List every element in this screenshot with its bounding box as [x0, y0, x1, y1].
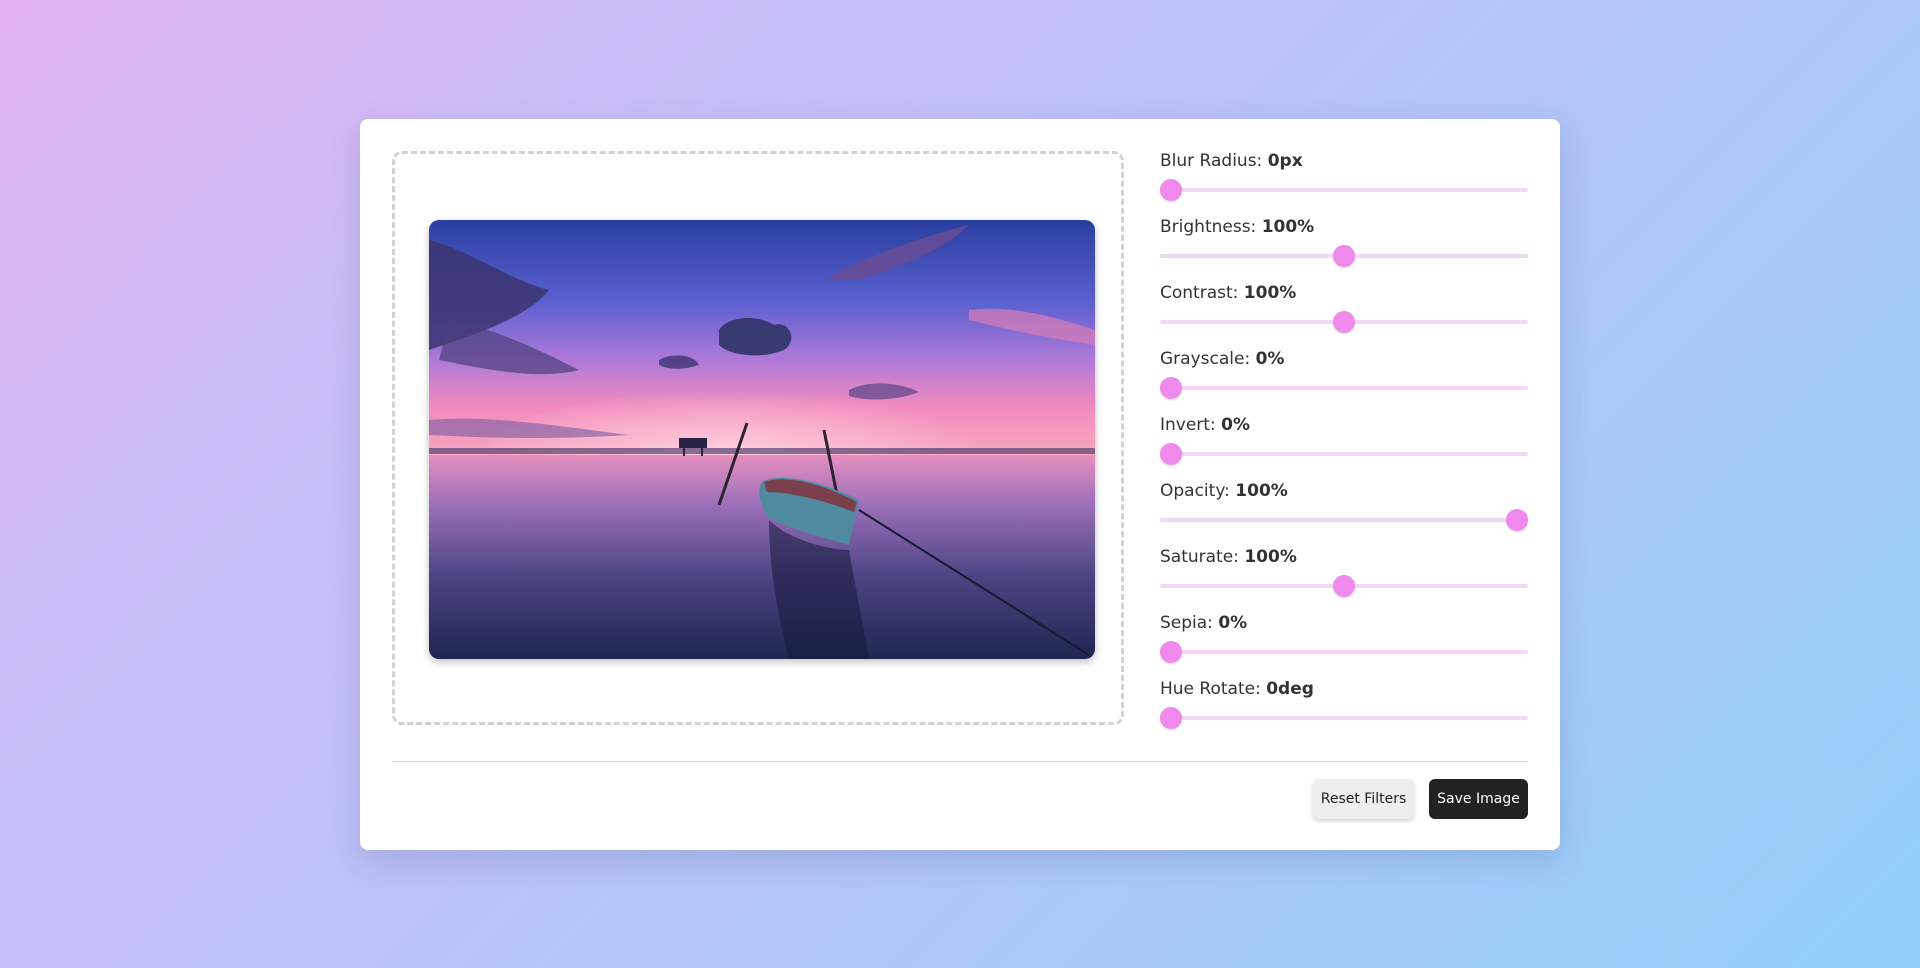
filter-value: 100%: [1235, 481, 1288, 501]
divider: [392, 761, 1528, 762]
filter-label: Grayscale: 0%: [1160, 349, 1285, 369]
filter-value: 0%: [1218, 613, 1248, 633]
slider-thumb[interactable]: [1333, 245, 1355, 267]
brightness-slider[interactable]: [1160, 245, 1528, 267]
opacity-slider[interactable]: [1160, 509, 1528, 531]
filter-value: 100%: [1243, 283, 1297, 303]
blur-radius-control: Blur Radius: 0px: [1160, 151, 1528, 217]
contrast-control: Contrast: 100%: [1160, 283, 1528, 349]
slider-thumb[interactable]: [1160, 707, 1182, 729]
hue-rotate-control: Hue Rotate: 0deg: [1160, 679, 1528, 745]
filter-label: Sepia: 0%: [1160, 613, 1248, 633]
filter-label: Brightness: 100%: [1160, 217, 1315, 237]
sepia-slider[interactable]: [1160, 641, 1528, 663]
reset-filters-button[interactable]: Reset Filters: [1313, 779, 1414, 819]
filter-label: Invert: 0%: [1160, 415, 1250, 435]
filter-value: 100%: [1261, 217, 1315, 237]
hue-rotate-slider[interactable]: [1160, 707, 1528, 729]
contrast-slider[interactable]: [1160, 311, 1528, 333]
filter-label: Contrast: 100%: [1160, 283, 1297, 303]
invert-slider[interactable]: [1160, 443, 1528, 465]
filter-label: Opacity: 100%: [1160, 481, 1288, 501]
slider-thumb[interactable]: [1160, 377, 1182, 399]
grayscale-slider[interactable]: [1160, 377, 1528, 399]
filter-value: 0px: [1267, 151, 1303, 171]
slider-thumb[interactable]: [1506, 509, 1528, 531]
slider-thumb[interactable]: [1333, 575, 1355, 597]
filter-label: Blur Radius: 0px: [1160, 151, 1303, 171]
blur-radius-slider[interactable]: [1160, 179, 1528, 201]
filter-controls: Blur Radius: 0px Brightness: 100% Contra…: [1160, 151, 1528, 745]
filter-label: Hue Rotate: 0deg: [1160, 679, 1314, 699]
sepia-control: Sepia: 0%: [1160, 613, 1528, 679]
sunset-boat-image: [429, 220, 1095, 659]
saturate-slider[interactable]: [1160, 575, 1528, 597]
filter-value: 0deg: [1266, 679, 1314, 699]
slider-thumb[interactable]: [1160, 641, 1182, 663]
filter-value: 100%: [1244, 547, 1297, 567]
opacity-control: Opacity: 100%: [1160, 481, 1528, 547]
brightness-control: Brightness: 100%: [1160, 217, 1528, 283]
filter-label: Saturate: 100%: [1160, 547, 1297, 567]
image-editor-card: Blur Radius: 0px Brightness: 100% Contra…: [360, 119, 1560, 850]
grayscale-control: Grayscale: 0%: [1160, 349, 1528, 415]
filter-value: 0%: [1221, 415, 1250, 435]
slider-thumb[interactable]: [1160, 179, 1182, 201]
preview-image: [429, 220, 1095, 659]
save-image-button[interactable]: Save Image: [1429, 779, 1528, 819]
filter-value: 0%: [1255, 349, 1285, 369]
invert-control: Invert: 0%: [1160, 415, 1528, 481]
slider-thumb[interactable]: [1160, 443, 1182, 465]
saturate-control: Saturate: 100%: [1160, 547, 1528, 613]
image-drop-zone[interactable]: [392, 151, 1124, 725]
slider-thumb[interactable]: [1333, 311, 1355, 333]
